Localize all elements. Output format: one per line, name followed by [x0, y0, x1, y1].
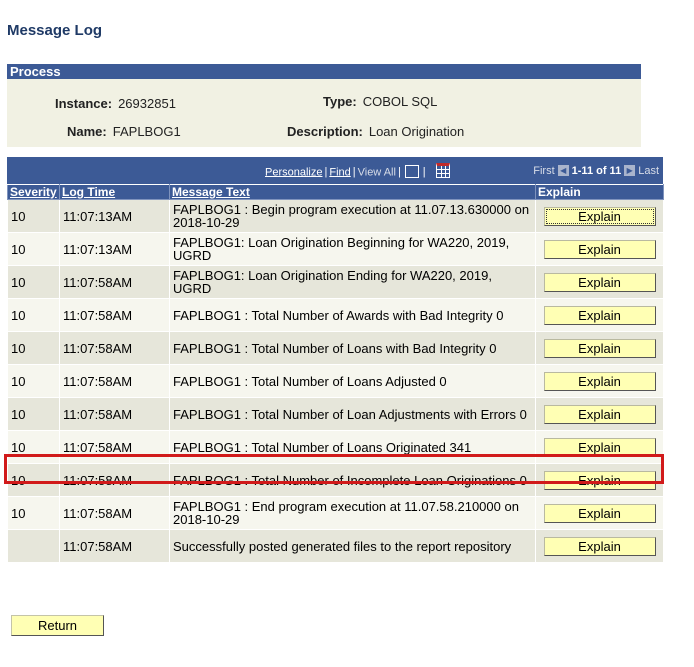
explain-button[interactable]: Explain: [543, 470, 656, 490]
table-row: 10 11:07:13AM FAPLBOG1 : Begin program exe…: [7, 199, 664, 233]
explain-button[interactable]: Explain: [543, 404, 656, 424]
explain-cell: Explain: [535, 199, 664, 233]
table-row: 10 11:07:58AM FAPLBOG1: Loan Origination E…: [7, 265, 664, 299]
instance-field: Instance: 26932851: [55, 96, 176, 111]
log-time-cell: 11:07:13AM: [59, 232, 170, 266]
table-row: 10 11:07:58AM FAPLBOG1 : Total Number of I…: [7, 463, 664, 497]
severity-cell: 10: [7, 496, 60, 530]
table-row: 10 11:07:58AM FAPLBOG1 : Total Number of L…: [7, 331, 664, 365]
find-link[interactable]: Find: [329, 166, 350, 178]
type-label: Type:: [323, 94, 357, 109]
severity-cell: 10: [7, 265, 60, 299]
table-row: 10 11:07:58AM FAPLBOG1 : End program execu…: [7, 496, 664, 530]
page-title: Message Log: [7, 22, 103, 39]
type-value: COBOL SQL: [362, 94, 438, 109]
name-label: Name:: [67, 124, 107, 139]
log-time-cell: 11:07:58AM: [59, 397, 170, 431]
log-time-cell: 11:07:58AM: [59, 298, 170, 332]
message-text-column-header[interactable]: Message Text: [169, 184, 536, 200]
view-all-link[interactable]: View All: [358, 166, 396, 178]
explain-column-header: Explain: [535, 184, 664, 200]
table-row: 10 11:07:58AM FAPLBOG1 : Total Number of L…: [7, 397, 664, 431]
message-text-cell: FAPLBOG1 : Total Number of Loans Origina…: [169, 430, 536, 464]
message-text-cell: FAPLBOG1 : Total Number of Incomplete Lo…: [169, 463, 536, 497]
instance-value: 26932851: [118, 96, 176, 111]
explain-cell: Explain: [535, 298, 664, 332]
explain-button[interactable]: Explain: [543, 338, 656, 358]
download-grid-icon[interactable]: [435, 163, 450, 178]
explain-cell: Explain: [535, 496, 664, 530]
instance-label: Instance:: [55, 96, 113, 111]
explain-cell: Explain: [535, 397, 664, 431]
next-arrow-icon[interactable]: ▶: [624, 164, 636, 176]
table-row: 10 11:07:58AM FAPLBOG1 : Total Number of L…: [7, 430, 664, 464]
message-text-cell: FAPLBOG1 : Total Number of Loans Adjuste…: [169, 364, 536, 398]
message-text-cell: FAPLBOG1 : Total Number of Loans with Ba…: [169, 331, 536, 365]
message-log-table: Severity Log Time Message Text Explain 1…: [7, 184, 664, 563]
log-time-cell: 11:07:58AM: [59, 463, 170, 497]
explain-button[interactable]: Explain: [543, 305, 656, 325]
severity-cell: 10: [7, 298, 60, 332]
message-log-grid: Personalize | Find | View All | | First ◀ 1-11 o…: [7, 157, 664, 563]
explain-cell: Explain: [535, 529, 664, 563]
process-section-header: Process: [7, 64, 641, 79]
last-link[interactable]: Last: [638, 165, 659, 177]
name-field: Name: FAPLBOG1: [67, 124, 181, 139]
explain-cell: Explain: [535, 364, 664, 398]
message-text-cell: FAPLBOG1 : Total Number of Awards with B…: [169, 298, 536, 332]
explain-cell: Explain: [535, 331, 664, 365]
message-text-cell: Successfully posted generated files to t…: [169, 529, 536, 563]
name-value: FAPLBOG1: [112, 124, 181, 139]
log-time-cell: 11:07:58AM: [59, 331, 170, 365]
type-field: Type: COBOL SQL: [323, 94, 437, 109]
log-time-cell: 11:07:58AM: [59, 430, 170, 464]
severity-cell: 10: [7, 364, 60, 398]
message-text-cell: FAPLBOG1: Loan Origination Beginning for…: [169, 232, 536, 266]
severity-cell: 10: [7, 430, 60, 464]
log-time-cell: 11:07:58AM: [59, 364, 170, 398]
explain-cell: Explain: [535, 232, 664, 266]
severity-cell: 10: [7, 199, 60, 233]
description-label: Description:: [287, 124, 363, 139]
explain-button[interactable]: Explain: [543, 239, 656, 259]
first-link[interactable]: First: [533, 165, 554, 177]
table-row: 10 11:07:58AM FAPLBOG1 : Total Number of A…: [7, 298, 664, 332]
message-text-cell: FAPLBOG1 : Total Number of Loan Adjustme…: [169, 397, 536, 431]
log-time-cell: 11:07:58AM: [59, 265, 170, 299]
severity-cell: [7, 529, 60, 563]
log-time-cell: 11:07:58AM: [59, 529, 170, 563]
message-text-cell: FAPLBOG1: Loan Origination Ending for WA…: [169, 265, 536, 299]
table-row: 11:07:58AM Successfully posted generated …: [7, 529, 664, 563]
severity-cell: 10: [7, 232, 60, 266]
row-range: 1-11 of 11: [571, 165, 622, 177]
severity-cell: 10: [7, 331, 60, 365]
explain-button[interactable]: Explain: [543, 536, 656, 556]
explain-cell: Explain: [535, 430, 664, 464]
description-value: Loan Origination: [368, 124, 465, 139]
log-time-column-header[interactable]: Log Time: [59, 184, 170, 200]
explain-button[interactable]: Explain: [543, 371, 656, 391]
description-field: Description: Loan Origination: [287, 124, 464, 139]
message-text-cell: FAPLBOG1 : End program execution at 11.0…: [169, 496, 536, 530]
log-time-cell: 11:07:58AM: [59, 496, 170, 530]
severity-cell: 10: [7, 463, 60, 497]
table-row: 10 11:07:58AM FAPLBOG1 : Total Number of L…: [7, 364, 664, 398]
explain-cell: Explain: [535, 265, 664, 299]
log-time-cell: 11:07:13AM: [59, 199, 170, 233]
explain-button[interactable]: Explain: [543, 503, 656, 523]
explain-button[interactable]: Explain: [543, 272, 656, 292]
explain-button[interactable]: Explain: [543, 437, 656, 457]
explain-button[interactable]: Explain: [543, 206, 656, 226]
new-window-icon[interactable]: [404, 165, 419, 178]
return-button[interactable]: Return: [11, 615, 104, 636]
severity-column-header[interactable]: Severity: [7, 184, 60, 200]
table-row: 10 11:07:13AM FAPLBOG1: Loan Origination B…: [7, 232, 664, 266]
grid-toolbar: Personalize | Find | View All | | First ◀ 1-11 o…: [7, 157, 663, 184]
process-details: Instance: 26932851 Type: COBOL SQL Name: FA…: [7, 79, 641, 147]
severity-cell: 10: [7, 397, 60, 431]
previous-arrow-icon[interactable]: ◀: [557, 164, 569, 176]
explain-cell: Explain: [535, 463, 664, 497]
message-text-cell: FAPLBOG1 : Begin program execution at 11…: [169, 199, 536, 233]
personalize-link[interactable]: Personalize: [265, 166, 322, 178]
